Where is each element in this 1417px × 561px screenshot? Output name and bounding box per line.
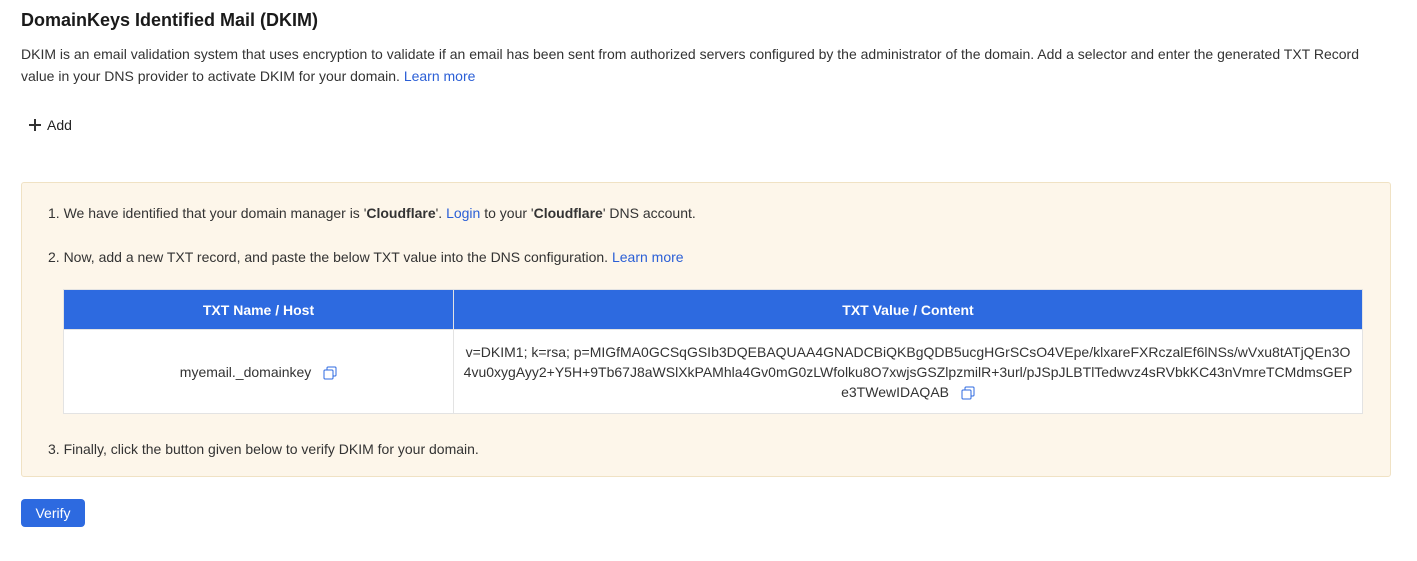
plus-icon	[29, 119, 41, 131]
copy-icon[interactable]	[323, 366, 337, 380]
description-text: DKIM is an email validation system that …	[21, 46, 1359, 84]
table-row: myemail._domainkey v=DKIM1; k=rsa; p=MIG…	[63, 329, 1363, 414]
learn-more-link[interactable]: Learn more	[404, 68, 476, 84]
txt-name-value: myemail._domainkey	[179, 363, 312, 380]
step-2: 2. Now, add a new TXT record, and paste …	[48, 249, 684, 265]
login-link[interactable]: Login	[446, 205, 480, 221]
step-2-text: 2. Now, add a new TXT record, and paste …	[48, 249, 609, 265]
txt-value-cell: v=DKIM1; k=rsa; p=MIGfMA0GCSqGSIb3DQEBAQ…	[453, 329, 1363, 414]
step-1-text-mid: '.	[435, 205, 447, 221]
step-2-learn-more-link[interactable]: Learn more	[612, 249, 684, 265]
dkim-page: DomainKeys Identified Mail (DKIM) DKIM i…	[0, 0, 1417, 561]
step-3-text: 3. Finally, click the button given below…	[48, 441, 479, 457]
dns-instructions-panel: 1. We have identified that your domain m…	[21, 182, 1391, 477]
txt-value-content: v=DKIM1; k=rsa; p=MIGfMA0GCSqGSIb3DQEBAQ…	[463, 343, 1353, 400]
table-header-row: TXT Name / Host TXT Value / Content	[63, 289, 1363, 330]
copy-value-icon[interactable]	[961, 386, 975, 400]
verify-button[interactable]: Verify	[21, 499, 85, 527]
step-1-text-suffix: ' DNS account.	[602, 205, 696, 221]
add-button-label: Add	[47, 117, 72, 133]
page-description: DKIM is an email validation system that …	[21, 43, 1396, 87]
step-1: 1. We have identified that your domain m…	[48, 205, 696, 221]
txt-name-cell: myemail._domainkey	[63, 329, 454, 414]
step-1-text-mid2: to your '	[480, 205, 534, 221]
add-selector-button[interactable]: Add	[29, 117, 72, 133]
domain-manager-name-2: Cloudflare	[533, 205, 603, 221]
header-txt-name: TXT Name / Host	[63, 289, 454, 330]
domain-manager-name: Cloudflare	[366, 205, 436, 221]
step-1-text: 1. We have identified that your domain m…	[48, 205, 367, 221]
step-3: 3. Finally, click the button given below…	[48, 441, 479, 457]
txt-record-table: TXT Name / Host TXT Value / Content myem…	[63, 289, 1363, 414]
page-title: DomainKeys Identified Mail (DKIM)	[21, 10, 319, 30]
header-txt-value: TXT Value / Content	[453, 289, 1363, 330]
